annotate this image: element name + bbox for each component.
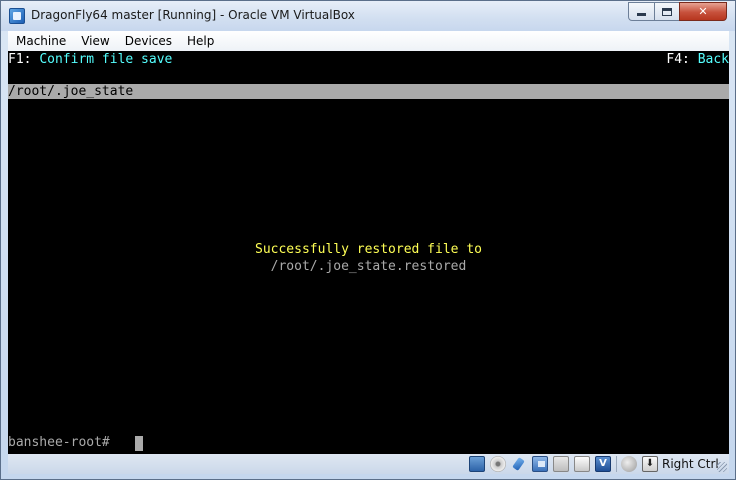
file-path: /root/.joe_state — [8, 84, 134, 99]
f4-hint: F4: Back — [666, 52, 729, 67]
f1-hint: F1: Confirm file save — [8, 52, 172, 67]
host-key-icon[interactable]: ⬇ — [642, 456, 658, 472]
hard-disk-icon[interactable] — [469, 456, 485, 472]
host-key-label: Right Ctrl — [662, 457, 719, 471]
menu-machine[interactable]: Machine — [8, 34, 73, 48]
f1-key: F1: — [8, 52, 32, 67]
shared-folders-icon[interactable] — [553, 456, 569, 472]
maximize-icon — [662, 7, 672, 16]
f4-label: Back — [697, 52, 729, 67]
f4-key: F4: — [666, 52, 690, 67]
menu-bar: Machine View Devices Help — [8, 31, 729, 51]
hardware-virtualization-icon[interactable]: V — [595, 456, 611, 472]
usb-icon[interactable] — [511, 456, 527, 472]
minimize-icon — [637, 13, 646, 16]
status-separator — [616, 456, 617, 472]
minimize-button[interactable] — [628, 2, 655, 21]
file-path-bar: /root/.joe_state — [8, 84, 729, 99]
mouse-integration-icon[interactable] — [621, 456, 637, 472]
maximize-button[interactable] — [654, 2, 680, 21]
close-button[interactable]: ✕ — [679, 2, 727, 21]
vm-console-screen[interactable]: F1: Confirm file save F4: Back /root/.jo… — [8, 51, 729, 454]
window-title: DragonFly64 master [Running] - Oracle VM… — [31, 8, 355, 22]
display-icon[interactable] — [574, 456, 590, 472]
close-icon: ✕ — [698, 5, 708, 18]
resize-grip[interactable] — [717, 462, 727, 472]
shell-prompt: banshee-root# — [8, 435, 110, 450]
text-cursor — [135, 436, 143, 451]
optical-drive-icon[interactable] — [490, 456, 506, 472]
status-bar: V ⬇ Right Ctrl — [8, 454, 729, 474]
status-icons: V ⬇ Right Ctrl — [469, 455, 719, 473]
menu-devices[interactable]: Devices — [118, 34, 179, 48]
restore-message-line2: /root/.joe_state.restored — [270, 259, 467, 274]
network-icon[interactable] — [532, 456, 548, 472]
f1-label: Confirm file save — [39, 52, 173, 67]
virtualbox-window: DragonFly64 master [Running] - Oracle VM… — [0, 0, 736, 480]
menu-view[interactable]: View — [74, 34, 116, 48]
restore-message-line1: Successfully restored file to — [255, 242, 482, 257]
title-bar[interactable]: DragonFly64 master [Running] - Oracle VM… — [1, 1, 735, 31]
menu-help[interactable]: Help — [180, 34, 221, 48]
virtualbox-app-icon — [9, 8, 25, 24]
